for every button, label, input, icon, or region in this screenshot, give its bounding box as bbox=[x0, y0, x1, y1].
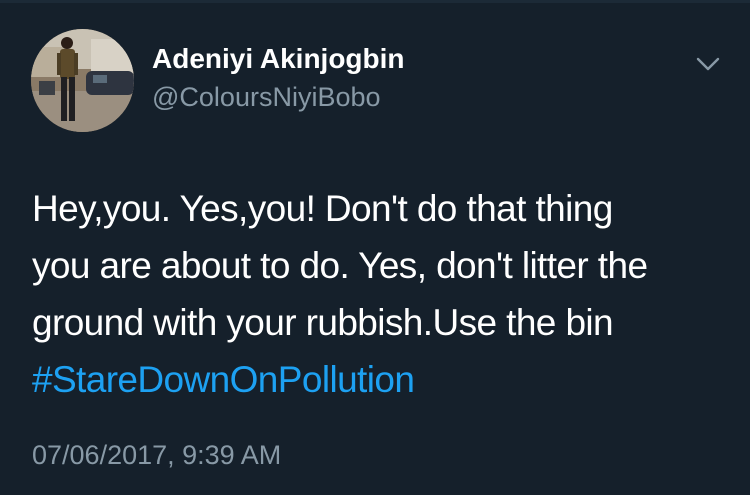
display-name[interactable]: Adeniyi Akinjogbin bbox=[152, 42, 405, 76]
divider bbox=[0, 0, 750, 3]
tweet-text-line: ground with your rubbish.Use the bin bbox=[32, 302, 614, 343]
tweet-text-line: you are about to do. Yes, don't litter t… bbox=[32, 245, 648, 286]
avatar[interactable] bbox=[31, 29, 134, 132]
chevron-down-icon[interactable] bbox=[692, 50, 724, 78]
profile-photo bbox=[31, 29, 134, 132]
hashtag-link[interactable]: #StareDownOnPollution bbox=[32, 351, 732, 408]
author-block[interactable]: Adeniyi Akinjogbin @ColoursNiyiBobo bbox=[152, 42, 405, 114]
tweet-text: Hey,you. Yes,you! Don't do that thing yo… bbox=[32, 180, 732, 408]
tweet-card: Adeniyi Akinjogbin @ColoursNiyiBobo Hey,… bbox=[0, 0, 750, 495]
tweet-text-line: Hey,you. Yes,you! Don't do that thing bbox=[32, 188, 613, 229]
handle[interactable]: @ColoursNiyiBobo bbox=[152, 80, 405, 114]
timestamp[interactable]: 07/06/2017, 9:39 AM bbox=[32, 438, 281, 472]
